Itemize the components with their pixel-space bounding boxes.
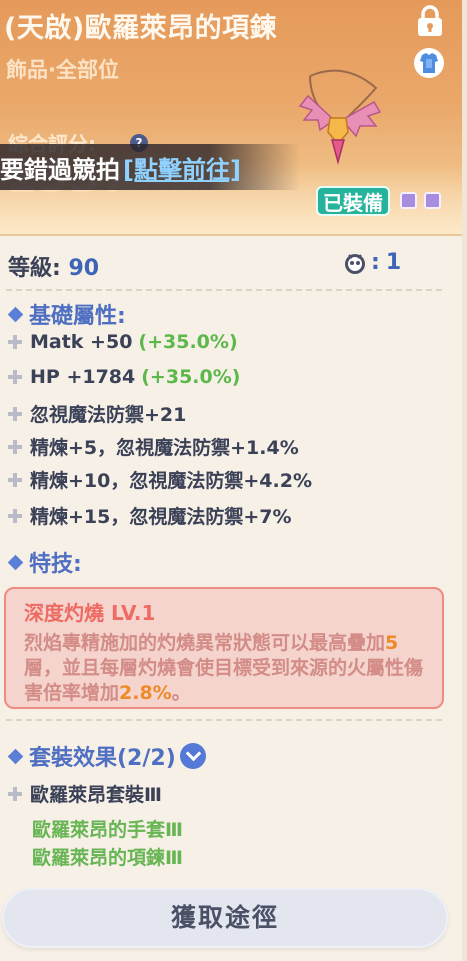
banner-text: 要錯過競拍 [0,156,120,184]
set-effect-title[interactable]: 套裝效果(2/2) [7,740,206,772]
set-item: 歐羅萊昂的項鍊Ⅲ [32,847,183,869]
skill-section-title: 特技: [7,546,82,578]
section-title-text: 特技: [29,552,82,577]
plus-icon [8,406,22,421]
divider [6,289,442,291]
lock-icon[interactable] [414,4,446,38]
level-row: 等級: 90 [8,250,99,282]
level-label: 等級: [8,256,61,281]
plus-icon [8,472,22,487]
stat-text: HP +1784 [30,366,136,388]
stat-text: 忽視魔法防禦+21 [30,404,187,426]
acquire-button[interactable]: 獲取途徑 [2,888,448,948]
skill-name: 深度灼燒 LV.1 [24,601,156,625]
stat-row: 精煉+15，忽視魔法防禦+7% [8,502,292,529]
section-title-text: 套裝效果(2/2) [29,746,176,771]
divider [6,719,442,721]
stat-text: Matk +50 [30,331,133,353]
stat-bonus: (+35.0%) [141,366,241,388]
set-item: 歐羅萊昂的手套Ⅲ [32,819,183,841]
plus-icon [8,439,22,454]
stat-row: Matk +50 (+35.0%) [8,331,238,353]
slot-count: : 1 [343,250,401,275]
set-name-row: 歐羅萊昂套裝Ⅲ [8,780,162,807]
stat-text: 精煉+10，忽視魔法防禦+4.2% [30,470,312,492]
equipped-badge: 已裝備 [316,186,390,216]
item-category: 飾品·全部位 [6,58,119,82]
item-title: (天啟)歐羅萊昂的項鍊 [4,13,278,44]
plus-icon [8,508,22,523]
banner-link[interactable]: [點擊前往] [123,150,241,185]
plus-icon [8,786,22,801]
base-attributes-title: 基礎屬性: [7,298,126,330]
slot-colon: : [371,250,380,275]
stat-text: 精煉+15，忽視魔法防禦+7% [30,506,292,528]
plus-icon [8,370,22,384]
section-title-text: 基礎屬性: [29,304,126,329]
diamond-icon [7,748,24,764]
level-value: 90 [68,256,100,281]
stat-row: HP +1784 (+35.0%) [8,366,240,388]
auction-banner: 要錯過競拍 [點擊前往] [0,144,300,190]
diamond-icon [7,554,24,570]
slot-icon [345,253,365,274]
stat-row: 精煉+10，忽視魔法防禦+4.2% [8,466,312,493]
diamond-icon [7,306,24,322]
set-name: 歐羅萊昂套裝Ⅲ [30,784,162,806]
armor-icon[interactable] [413,46,445,80]
plus-icon [8,335,22,349]
skill-description: 烈焰專精施加的灼燒異常狀態可以最高疊加5層，並且每層灼燒會使目標受到來源的火屬性… [24,632,424,704]
stat-row: 忽視魔法防禦+21 [8,400,186,427]
card-slot [400,192,417,209]
stat-row: 精煉+5，忽視魔法防禦+1.4% [8,433,299,460]
slot-count-value: 1 [385,250,402,275]
stat-bonus: (+35.0%) [138,331,238,353]
stat-text: 精煉+5，忽視魔法防禦+1.4% [30,437,299,459]
necklace-icon [298,69,382,165]
card-slot [424,192,441,209]
chevron-down-icon[interactable] [179,743,206,769]
item-header-card: (天啟)歐羅萊昂的項鍊 飾品·全部位 綜合評分: ? 1337 15487 要錯… [0,0,467,236]
scrollbar[interactable] [462,0,467,961]
